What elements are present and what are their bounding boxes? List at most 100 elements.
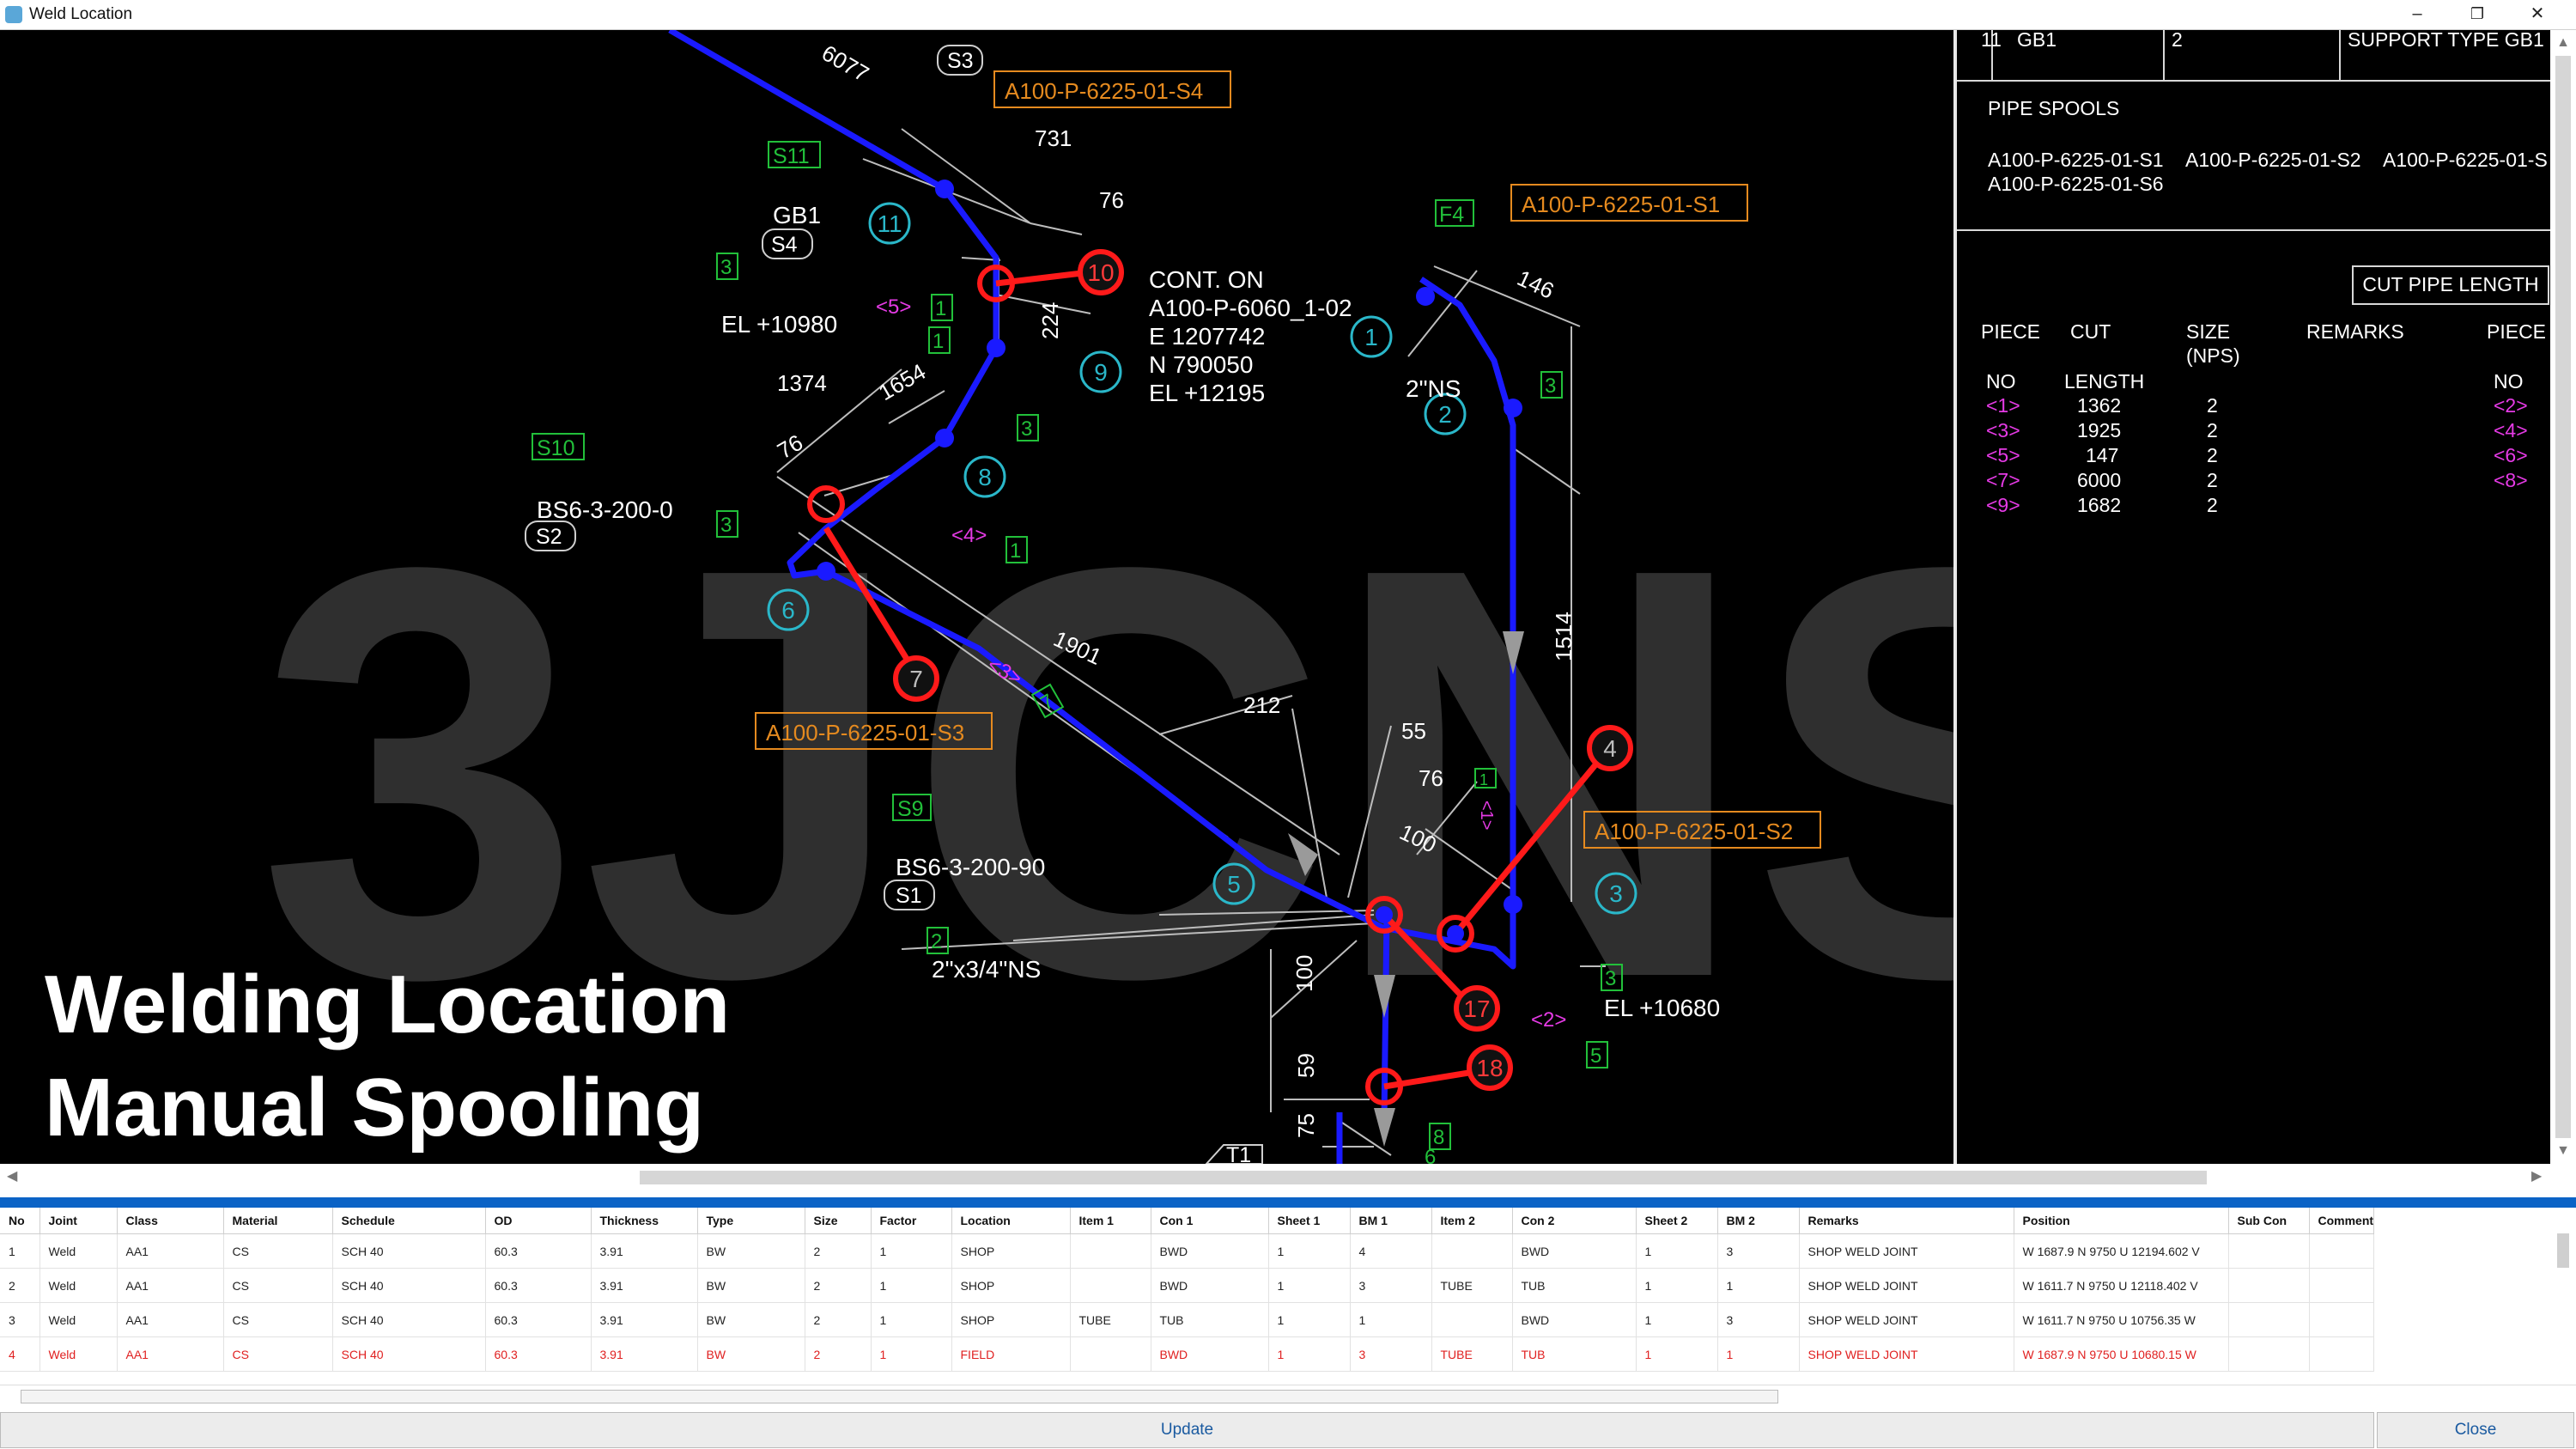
table-cell[interactable]: SHOP	[951, 1268, 1071, 1303]
col-header[interactable]: OD	[485, 1208, 592, 1234]
col-header[interactable]: Sheet 2	[1636, 1208, 1718, 1234]
table-cell[interactable]	[2228, 1268, 2310, 1303]
table-row[interactable]: 2 Weld AA1 CS SCH 40 60.3 3.91 BW 2 1 SHOP BWD 1 3 TUB…	[0, 1268, 2375, 1303]
table-cell[interactable]: TUB	[1512, 1268, 1637, 1303]
grid-scroll-thumb[interactable]	[2557, 1233, 2569, 1268]
table-cell[interactable]: 1	[871, 1268, 952, 1303]
table-cell[interactable]: AA1	[117, 1233, 224, 1269]
table-cell[interactable]	[2228, 1336, 2310, 1372]
table-cell[interactable]: 60.3	[485, 1302, 592, 1337]
table-cell[interactable]: 2	[805, 1336, 872, 1372]
table-cell[interactable]: 3.91	[591, 1233, 698, 1269]
table-cell[interactable]	[1070, 1336, 1151, 1372]
col-header[interactable]: BM 2	[1717, 1208, 1800, 1234]
col-header[interactable]: Item 2	[1431, 1208, 1513, 1234]
table-cell[interactable]: TUBE	[1070, 1302, 1151, 1337]
col-header[interactable]: No	[0, 1208, 40, 1234]
col-header[interactable]: Con 1	[1151, 1208, 1269, 1234]
table-cell[interactable]: 60.3	[485, 1268, 592, 1303]
table-cell[interactable]: 3	[1350, 1336, 1432, 1372]
table-row[interactable]: 1 Weld AA1 CS SCH 40 60.3 3.91 BW 2 1 SHOP BWD 1 4 BWD…	[0, 1233, 2375, 1269]
table-cell[interactable]: 3	[1717, 1233, 1800, 1269]
table-cell[interactable]	[2309, 1302, 2375, 1337]
table-cell[interactable]: 2	[805, 1302, 872, 1337]
table-cell[interactable]: 1	[1717, 1268, 1800, 1303]
table-cell[interactable]: 3	[1350, 1268, 1432, 1303]
table-cell[interactable]: BW	[697, 1302, 805, 1337]
table-cell[interactable]	[1431, 1302, 1513, 1337]
table-cell[interactable]: BWD	[1512, 1233, 1637, 1269]
table-cell[interactable]: CS	[223, 1336, 333, 1372]
table-cell[interactable]: TUB	[1512, 1336, 1637, 1372]
table-cell[interactable]: Weld	[39, 1268, 118, 1303]
canvas-vertical-scrollbar[interactable]: ▲ ▼	[2550, 30, 2576, 1164]
table-cell[interactable]: SHOP WELD JOINT	[1799, 1233, 2014, 1269]
table-cell[interactable]	[2228, 1233, 2310, 1269]
close-window-button[interactable]: ✕	[2507, 0, 2567, 29]
table-cell[interactable]: 60.3	[485, 1336, 592, 1372]
table-cell[interactable]: 4	[0, 1336, 40, 1372]
table-cell[interactable]: CS	[223, 1233, 333, 1269]
horizontal-scroll-thumb[interactable]	[640, 1171, 2207, 1184]
table-row[interactable]: 4 Weld AA1 CS SCH 40 60.3 3.91 BW 2 1 FIELD BWD 1 3 TU…	[0, 1336, 2375, 1372]
col-header[interactable]: Schedule	[332, 1208, 486, 1234]
table-cell[interactable]: BW	[697, 1268, 805, 1303]
table-cell[interactable]: AA1	[117, 1268, 224, 1303]
table-cell[interactable]: Weld	[39, 1302, 118, 1337]
table-cell[interactable]: AA1	[117, 1336, 224, 1372]
table-cell[interactable]: CS	[223, 1302, 333, 1337]
table-cell[interactable]: 2	[805, 1268, 872, 1303]
table-cell[interactable]: W 1611.7 N 9750 U 10756.35 W	[2014, 1302, 2229, 1337]
weld-data-grid[interactable]: No Joint Class Material Schedule OD Thic…	[0, 1208, 2576, 1390]
table-cell[interactable]: TUB	[1151, 1302, 1269, 1337]
table-cell[interactable]: 1	[1350, 1302, 1432, 1337]
table-cell[interactable]: W 1611.7 N 9750 U 12118.402 V	[2014, 1268, 2229, 1303]
canvas-horizontal-scrollbar[interactable]: ◀ ▶	[0, 1164, 2576, 1191]
col-header[interactable]: Factor	[871, 1208, 952, 1234]
table-cell[interactable]	[1070, 1268, 1151, 1303]
table-cell[interactable]: 1	[1268, 1268, 1351, 1303]
table-cell[interactable]: SHOP WELD JOINT	[1799, 1336, 2014, 1372]
table-cell[interactable]: SCH 40	[332, 1302, 486, 1337]
update-button[interactable]: Update	[0, 1412, 2374, 1448]
table-cell[interactable]: 1	[1268, 1233, 1351, 1269]
col-header[interactable]: Position	[2014, 1208, 2229, 1234]
vertical-scroll-thumb[interactable]	[2555, 56, 2571, 1138]
table-cell[interactable]: SHOP WELD JOINT	[1799, 1302, 2014, 1337]
table-cell[interactable]: BWD	[1512, 1302, 1637, 1337]
table-cell[interactable]: 1	[1636, 1302, 1718, 1337]
table-cell[interactable]: 1	[0, 1233, 40, 1269]
table-cell[interactable]: 2	[805, 1233, 872, 1269]
col-header[interactable]: Item 1	[1070, 1208, 1151, 1234]
table-row[interactable]: 3 Weld AA1 CS SCH 40 60.3 3.91 BW 2 1 SHOP TUBE TUB 1…	[0, 1302, 2375, 1337]
col-header[interactable]: Joint	[39, 1208, 118, 1234]
table-cell[interactable]: 3	[0, 1302, 40, 1337]
table-cell[interactable]: 1	[1268, 1302, 1351, 1337]
grid-horizontal-scroll-thumb[interactable]	[21, 1390, 1778, 1403]
table-cell[interactable]: 1	[1717, 1336, 1800, 1372]
table-cell[interactable]: 1	[871, 1233, 952, 1269]
table-cell[interactable]	[2309, 1268, 2375, 1303]
table-cell[interactable]: TUBE	[1431, 1268, 1513, 1303]
col-header[interactable]: Sub Con	[2228, 1208, 2310, 1234]
scroll-left-arrow-icon[interactable]: ◀	[7, 1167, 17, 1184]
table-cell[interactable]: SCH 40	[332, 1233, 486, 1269]
drawing-canvas[interactable]: 3JCNS A100-P-6225-01-S4 A100-P-6225-01-S…	[0, 30, 2550, 1164]
table-cell[interactable]: BW	[697, 1233, 805, 1269]
col-header[interactable]: BM 1	[1350, 1208, 1432, 1234]
table-cell[interactable]: 3.91	[591, 1302, 698, 1337]
table-cell[interactable]: 1	[1636, 1233, 1718, 1269]
cut-pipe-length-button[interactable]: CUT PIPE LENGTH	[2352, 265, 2549, 305]
table-cell[interactable]: 1	[871, 1302, 952, 1337]
table-cell[interactable]: BW	[697, 1336, 805, 1372]
table-cell[interactable]: W 1687.9 N 9750 U 10680.15 W	[2014, 1336, 2229, 1372]
col-header[interactable]: Material	[223, 1208, 333, 1234]
table-cell[interactable]: SHOP	[951, 1302, 1071, 1337]
col-header[interactable]: Sheet 1	[1268, 1208, 1351, 1234]
scroll-down-arrow-icon[interactable]: ▼	[2550, 1143, 2576, 1159]
table-cell[interactable]: FIELD	[951, 1336, 1071, 1372]
restore-button[interactable]: ❐	[2447, 0, 2507, 29]
table-cell[interactable]: Weld	[39, 1233, 118, 1269]
minimize-button[interactable]: –	[2387, 0, 2447, 29]
col-header[interactable]: Class	[117, 1208, 224, 1234]
